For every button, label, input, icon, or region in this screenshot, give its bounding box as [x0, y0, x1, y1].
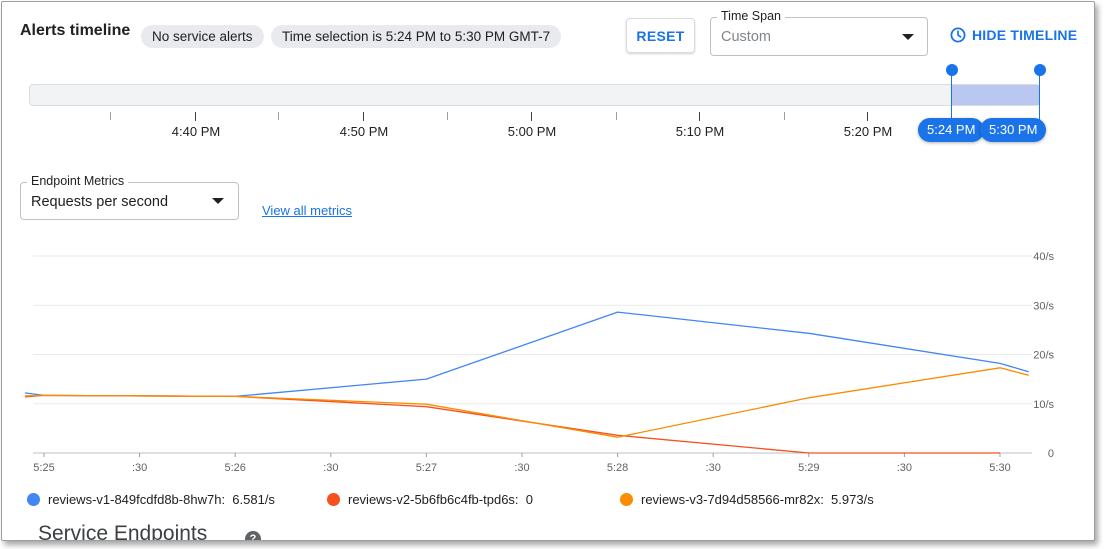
legend-dot: [27, 493, 40, 506]
legend-item-reviews-v3[interactable]: reviews-v3-7d94d58566-mr82x: 5.973/s: [620, 492, 874, 507]
x-tick-label: :30: [132, 462, 147, 474]
alerts-panel: Alerts timeline No service alerts Time s…: [1, 1, 1095, 541]
y-tick-label: 0: [1048, 448, 1054, 460]
help-icon[interactable]: ?: [245, 531, 261, 540]
x-tick-label: :30: [514, 462, 529, 474]
legend-dot: [327, 493, 340, 506]
x-tick-label: 5:27: [416, 462, 437, 474]
legend-series-name: reviews-v2-5b6fb6c4fb-tpd6s: [348, 492, 515, 507]
requests-chart: 0 10/s 20/s 30/s 40/s 5:25 :30 5:26 :30 5:27 :30 5:…: [24, 251, 1054, 474]
y-tick-label: 20/s: [1033, 350, 1054, 362]
legend-series-name: reviews-v1-849fcdfd8b-8hw7h: [48, 492, 222, 507]
x-tick-label: 5:28: [607, 462, 628, 474]
y-tick-label: 40/s: [1033, 251, 1054, 263]
y-tick-label: 10/s: [1033, 399, 1054, 411]
legend-dot: [620, 493, 633, 506]
x-tick-label: :30: [706, 462, 721, 474]
legend-series-value: 6.581/s: [232, 492, 275, 507]
legend-series-value: 5.973/s: [831, 492, 874, 507]
x-tick-label: 5:26: [224, 462, 245, 474]
x-tick-label: :30: [897, 462, 912, 474]
legend-series-value: 0: [525, 492, 533, 507]
legend-series-name: reviews-v3-7d94d58566-mr82x: [641, 492, 821, 507]
legend-item-reviews-v2[interactable]: reviews-v2-5b6fb6c4fb-tpd6s: 0: [327, 492, 533, 507]
x-tick-label: 5:25: [33, 462, 54, 474]
x-tick-label: 5:30: [989, 462, 1010, 474]
series-line-3[interactable]: [24, 367, 1029, 438]
service-endpoints-heading: Service Endpoints: [38, 522, 208, 541]
y-tick-label: 30/s: [1033, 300, 1054, 312]
x-tick-label: 5:29: [798, 462, 819, 474]
x-tick-label: :30: [323, 462, 338, 474]
legend-item-reviews-v1[interactable]: reviews-v1-849fcdfd8b-8hw7h: 6.581/s: [27, 492, 275, 507]
